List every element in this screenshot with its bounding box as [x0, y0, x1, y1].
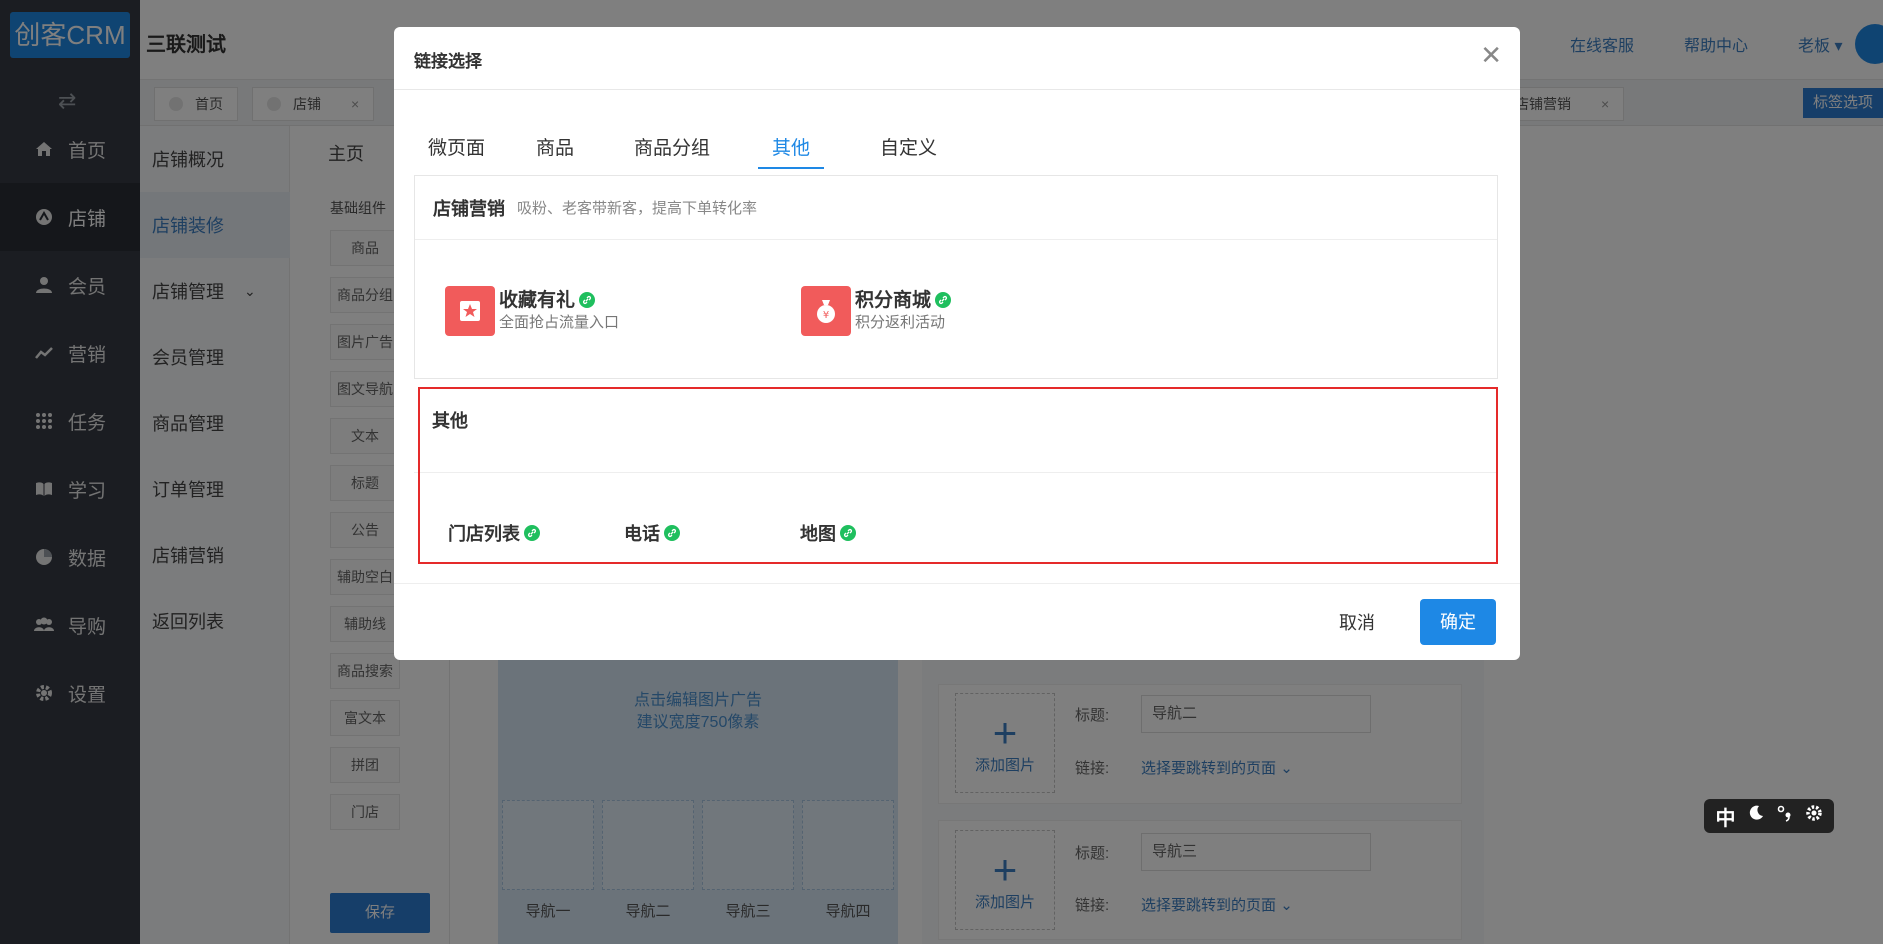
divider [394, 89, 1520, 90]
dialog-title: 链接选择 [414, 52, 482, 71]
gear-icon[interactable] [1805, 804, 1823, 828]
app-name: 积分商城 [855, 289, 952, 313]
section-title: 店铺营销 [433, 198, 505, 219]
link-type-tabs: 微页面 商品 商品分组 其他 自定义 [414, 119, 1494, 181]
highlight-box [418, 387, 1498, 564]
ime-lang[interactable]: 中 [1716, 802, 1736, 831]
link-icon [579, 292, 596, 308]
ime-toolbar[interactable]: 中 [1704, 799, 1834, 833]
app-name-text: 积分商城 [855, 290, 932, 311]
tab-micro-page[interactable]: 微页面 [414, 129, 499, 169]
confirm-button[interactable]: 确定 [1420, 599, 1496, 645]
app-name: 收藏有礼 [499, 289, 619, 313]
link-select-dialog: 链接选择 ✕ 微页面 商品 商品分组 其他 自定义 店铺营销 吸粉、老客带新客，… [394, 27, 1520, 660]
app-favorite-gift[interactable]: 收藏有礼 全面抢占流量入口 [445, 286, 619, 336]
punctuation-icon[interactable] [1776, 804, 1794, 828]
tab-goods-group[interactable]: 商品分组 [620, 129, 724, 169]
star-icon [445, 286, 495, 336]
app-points-mall[interactable]: ¥ 积分商城 积分返利活动 [801, 286, 952, 336]
section-subtitle: 吸粉、老客带新客，提高下单转化率 [517, 200, 758, 217]
tab-custom[interactable]: 自定义 [866, 129, 951, 169]
divider [394, 583, 1520, 584]
tab-other[interactable]: 其他 [758, 129, 825, 169]
svg-text:¥: ¥ [823, 310, 829, 321]
link-icon [935, 292, 952, 308]
tab-goods[interactable]: 商品 [522, 129, 588, 169]
money-bag-icon: ¥ [801, 286, 851, 336]
app-desc: 积分返利活动 [855, 314, 946, 331]
app-name-text: 收藏有礼 [499, 290, 576, 311]
close-icon[interactable]: ✕ [1480, 41, 1502, 69]
section-header: 店铺营销 吸粉、老客带新客，提高下单转化率 [415, 176, 1497, 240]
app-desc: 全面抢占流量入口 [499, 314, 620, 331]
cancel-button[interactable]: 取消 [1320, 601, 1394, 645]
marketing-section: 店铺营销 吸粉、老客带新客，提高下单转化率 收藏有礼 全面抢占流量入口 ¥ 积分… [414, 175, 1498, 379]
moon-icon[interactable] [1747, 804, 1765, 828]
